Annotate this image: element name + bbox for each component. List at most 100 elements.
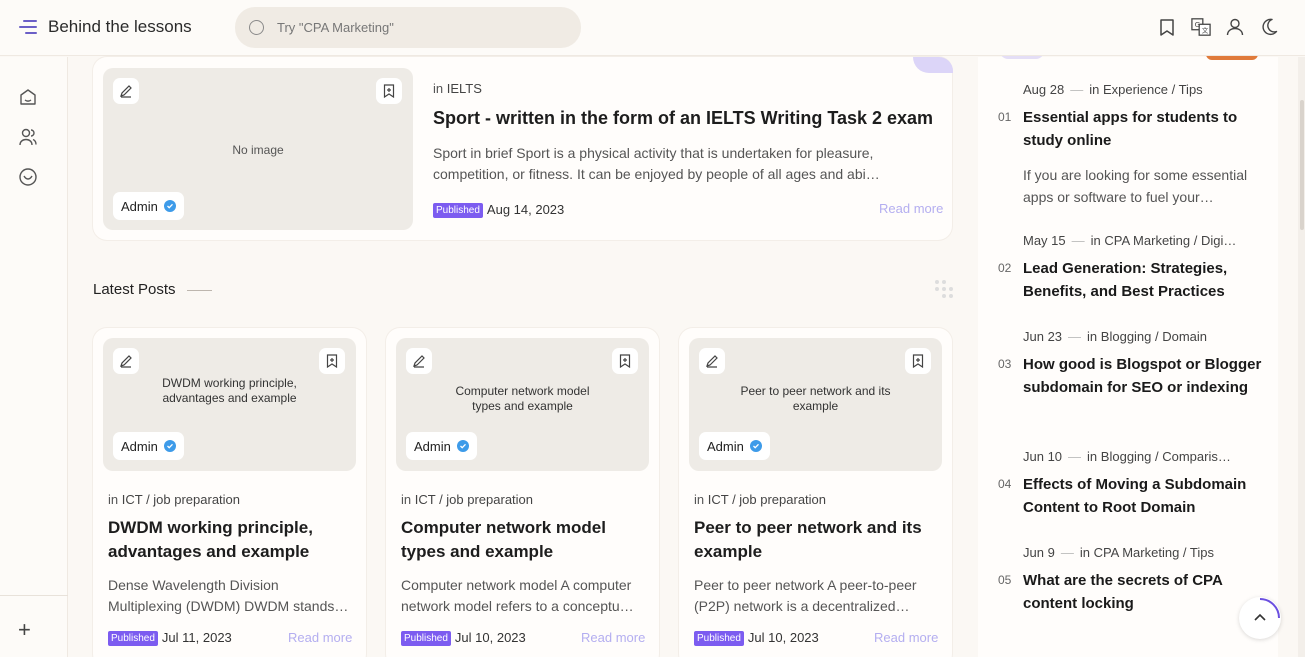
- users-icon[interactable]: [18, 127, 38, 147]
- post-title[interactable]: Peer to peer network and its example: [694, 516, 939, 564]
- author-badge[interactable]: Admin: [113, 192, 184, 220]
- menu-icon[interactable]: [19, 20, 37, 34]
- inbox-icon[interactable]: [18, 167, 38, 187]
- category-prefix: in: [1089, 82, 1100, 97]
- author-badge[interactable]: Admin: [406, 432, 477, 460]
- category-link[interactable]: CPA Marketing / Tips: [1094, 545, 1214, 560]
- moon-icon[interactable]: [1259, 16, 1279, 38]
- category-link[interactable]: ICT / job preparation: [708, 492, 826, 507]
- author-badge[interactable]: Admin: [699, 432, 770, 460]
- category-link[interactable]: ICT / job preparation: [415, 492, 533, 507]
- post-date: Jul 11, 2023: [161, 630, 232, 645]
- popular-post-meta: Jun 10— in Blogging / Comparis…: [1023, 449, 1231, 464]
- post-meta: Published Jul 11, 2023: [108, 630, 232, 647]
- category-link[interactable]: CPA Marketing / Digi…: [1104, 233, 1236, 248]
- popular-posts-panel: Aug 28— in Experience / Tips 01 Essential…: [978, 51, 1278, 657]
- search-input[interactable]: [277, 7, 567, 48]
- author-badge[interactable]: Admin: [113, 432, 184, 460]
- published-badge: Published: [108, 631, 158, 647]
- post-excerpt: Computer network model A computer networ…: [401, 577, 634, 614]
- read-more-link[interactable]: Read more: [581, 630, 645, 645]
- home-icon[interactable]: [18, 87, 38, 107]
- post-date: Jun 23: [1023, 329, 1063, 344]
- popular-post-meta: Jun 23— in Blogging / Domain: [1023, 329, 1208, 344]
- post-card: Peer to peer network and its example Adm…: [679, 328, 952, 657]
- popular-post-number: 04: [998, 477, 1012, 491]
- scrollbar-thumb[interactable]: [1300, 100, 1304, 230]
- read-more-link[interactable]: Read more: [288, 630, 352, 645]
- post-thumbnail[interactable]: Peer to peer network and its example Adm…: [689, 338, 942, 471]
- bookmark-add-icon[interactable]: [905, 348, 931, 374]
- popular-post-number: 02: [998, 261, 1012, 275]
- decor-shape: [913, 57, 953, 73]
- bookmark-add-icon[interactable]: [376, 78, 402, 104]
- category-prefix: in: [1087, 449, 1098, 464]
- category-link[interactable]: Blogging / Comparis…: [1101, 449, 1231, 464]
- post-date: May 15: [1023, 233, 1066, 248]
- post-excerpt: Dense Wavelength Division Multiplexing (…: [108, 577, 349, 614]
- bookmark-add-icon[interactable]: [612, 348, 638, 374]
- post-category: in ICT / job preparation: [108, 492, 240, 507]
- author-name: Admin: [121, 438, 158, 454]
- thumbnail-alt-text: Peer to peer network and its example: [740, 384, 891, 413]
- category-prefix: in: [108, 492, 119, 507]
- category-prefix: in: [401, 492, 412, 507]
- published-badge: Published: [433, 203, 483, 219]
- edit-icon[interactable]: [406, 348, 432, 374]
- category-prefix: in: [433, 81, 444, 96]
- svg-text:G: G: [1195, 20, 1201, 29]
- post-title[interactable]: Sport - written in the form of an IELTS …: [433, 106, 943, 130]
- post-category: in ICT / job preparation: [401, 492, 533, 507]
- author-name: Admin: [707, 438, 744, 454]
- site-title[interactable]: Behind the lessons: [48, 17, 192, 37]
- post-card: Computer network model types and example…: [386, 328, 659, 657]
- popular-post-number: 01: [998, 110, 1012, 124]
- featured-thumbnail[interactable]: No image Admin: [103, 68, 413, 230]
- sidebar-divider: [0, 595, 68, 596]
- post-meta: Published Jul 10, 2023: [694, 630, 819, 647]
- edit-icon[interactable]: [113, 348, 139, 374]
- category-link[interactable]: IELTS: [447, 81, 482, 96]
- post-date: Jun 9: [1023, 545, 1055, 560]
- read-more-link[interactable]: Read more: [874, 630, 938, 645]
- post-date: Aug 14, 2023: [486, 202, 565, 217]
- category-link[interactable]: Experience / Tips: [1103, 82, 1203, 97]
- translate-icon[interactable]: G文: [1191, 16, 1211, 38]
- popular-post-meta: Jun 9— in CPA Marketing / Tips: [1023, 545, 1214, 560]
- post-excerpt: Peer to peer network A peer-to-peer (P2P…: [694, 577, 917, 614]
- post-category: in ICT / job preparation: [694, 492, 826, 507]
- user-icon[interactable]: [1225, 16, 1245, 38]
- post-title[interactable]: Computer network model types and example: [401, 516, 646, 564]
- popular-post-title[interactable]: Effects of Moving a Subdomain Content to…: [1023, 473, 1263, 519]
- section-divider: [187, 290, 212, 291]
- scroll-to-top-button[interactable]: [1239, 597, 1281, 639]
- edit-icon[interactable]: [113, 78, 139, 104]
- plus-icon[interactable]: +: [18, 617, 31, 643]
- read-more-link[interactable]: Read more: [879, 201, 943, 216]
- popular-post-title[interactable]: How good is Blogspot or Blogger subdomai…: [1023, 353, 1263, 399]
- category-prefix: in: [1090, 233, 1101, 248]
- post-category: in IELTS: [433, 81, 482, 96]
- section-title: Latest Posts: [93, 281, 176, 298]
- search-bar[interactable]: [235, 7, 581, 48]
- post-thumbnail[interactable]: DWDM working principle, advantages and e…: [103, 338, 356, 471]
- popular-post-title[interactable]: What are the secrets of CPA content lock…: [1023, 569, 1263, 615]
- category-link[interactable]: Blogging / Domain: [1101, 329, 1207, 344]
- post-date: Jul 10, 2023: [747, 630, 819, 645]
- popular-post-title[interactable]: Essential apps for students to study onl…: [1023, 106, 1263, 152]
- post-meta: Published Aug 14, 2023: [433, 202, 565, 219]
- category-link[interactable]: ICT / job preparation: [122, 492, 240, 507]
- post-date: Jul 10, 2023: [454, 630, 526, 645]
- post-title[interactable]: DWDM working principle, advantages and e…: [108, 516, 353, 564]
- post-thumbnail[interactable]: Computer network model types and example…: [396, 338, 649, 471]
- bookmark-icon[interactable]: [1157, 16, 1177, 38]
- popular-post-title[interactable]: Lead Generation: Strategies, Benefits, a…: [1023, 257, 1263, 303]
- verified-icon: [456, 440, 469, 452]
- popular-post-excerpt: If you are looking for some essential ap…: [1023, 167, 1248, 205]
- grid-dots-icon[interactable]: [933, 279, 955, 301]
- edit-icon[interactable]: [699, 348, 725, 374]
- popular-post-meta: May 15— in CPA Marketing / Digi…: [1023, 233, 1237, 248]
- category-prefix: in: [1079, 545, 1090, 560]
- published-badge: Published: [694, 631, 744, 647]
- bookmark-add-icon[interactable]: [319, 348, 345, 374]
